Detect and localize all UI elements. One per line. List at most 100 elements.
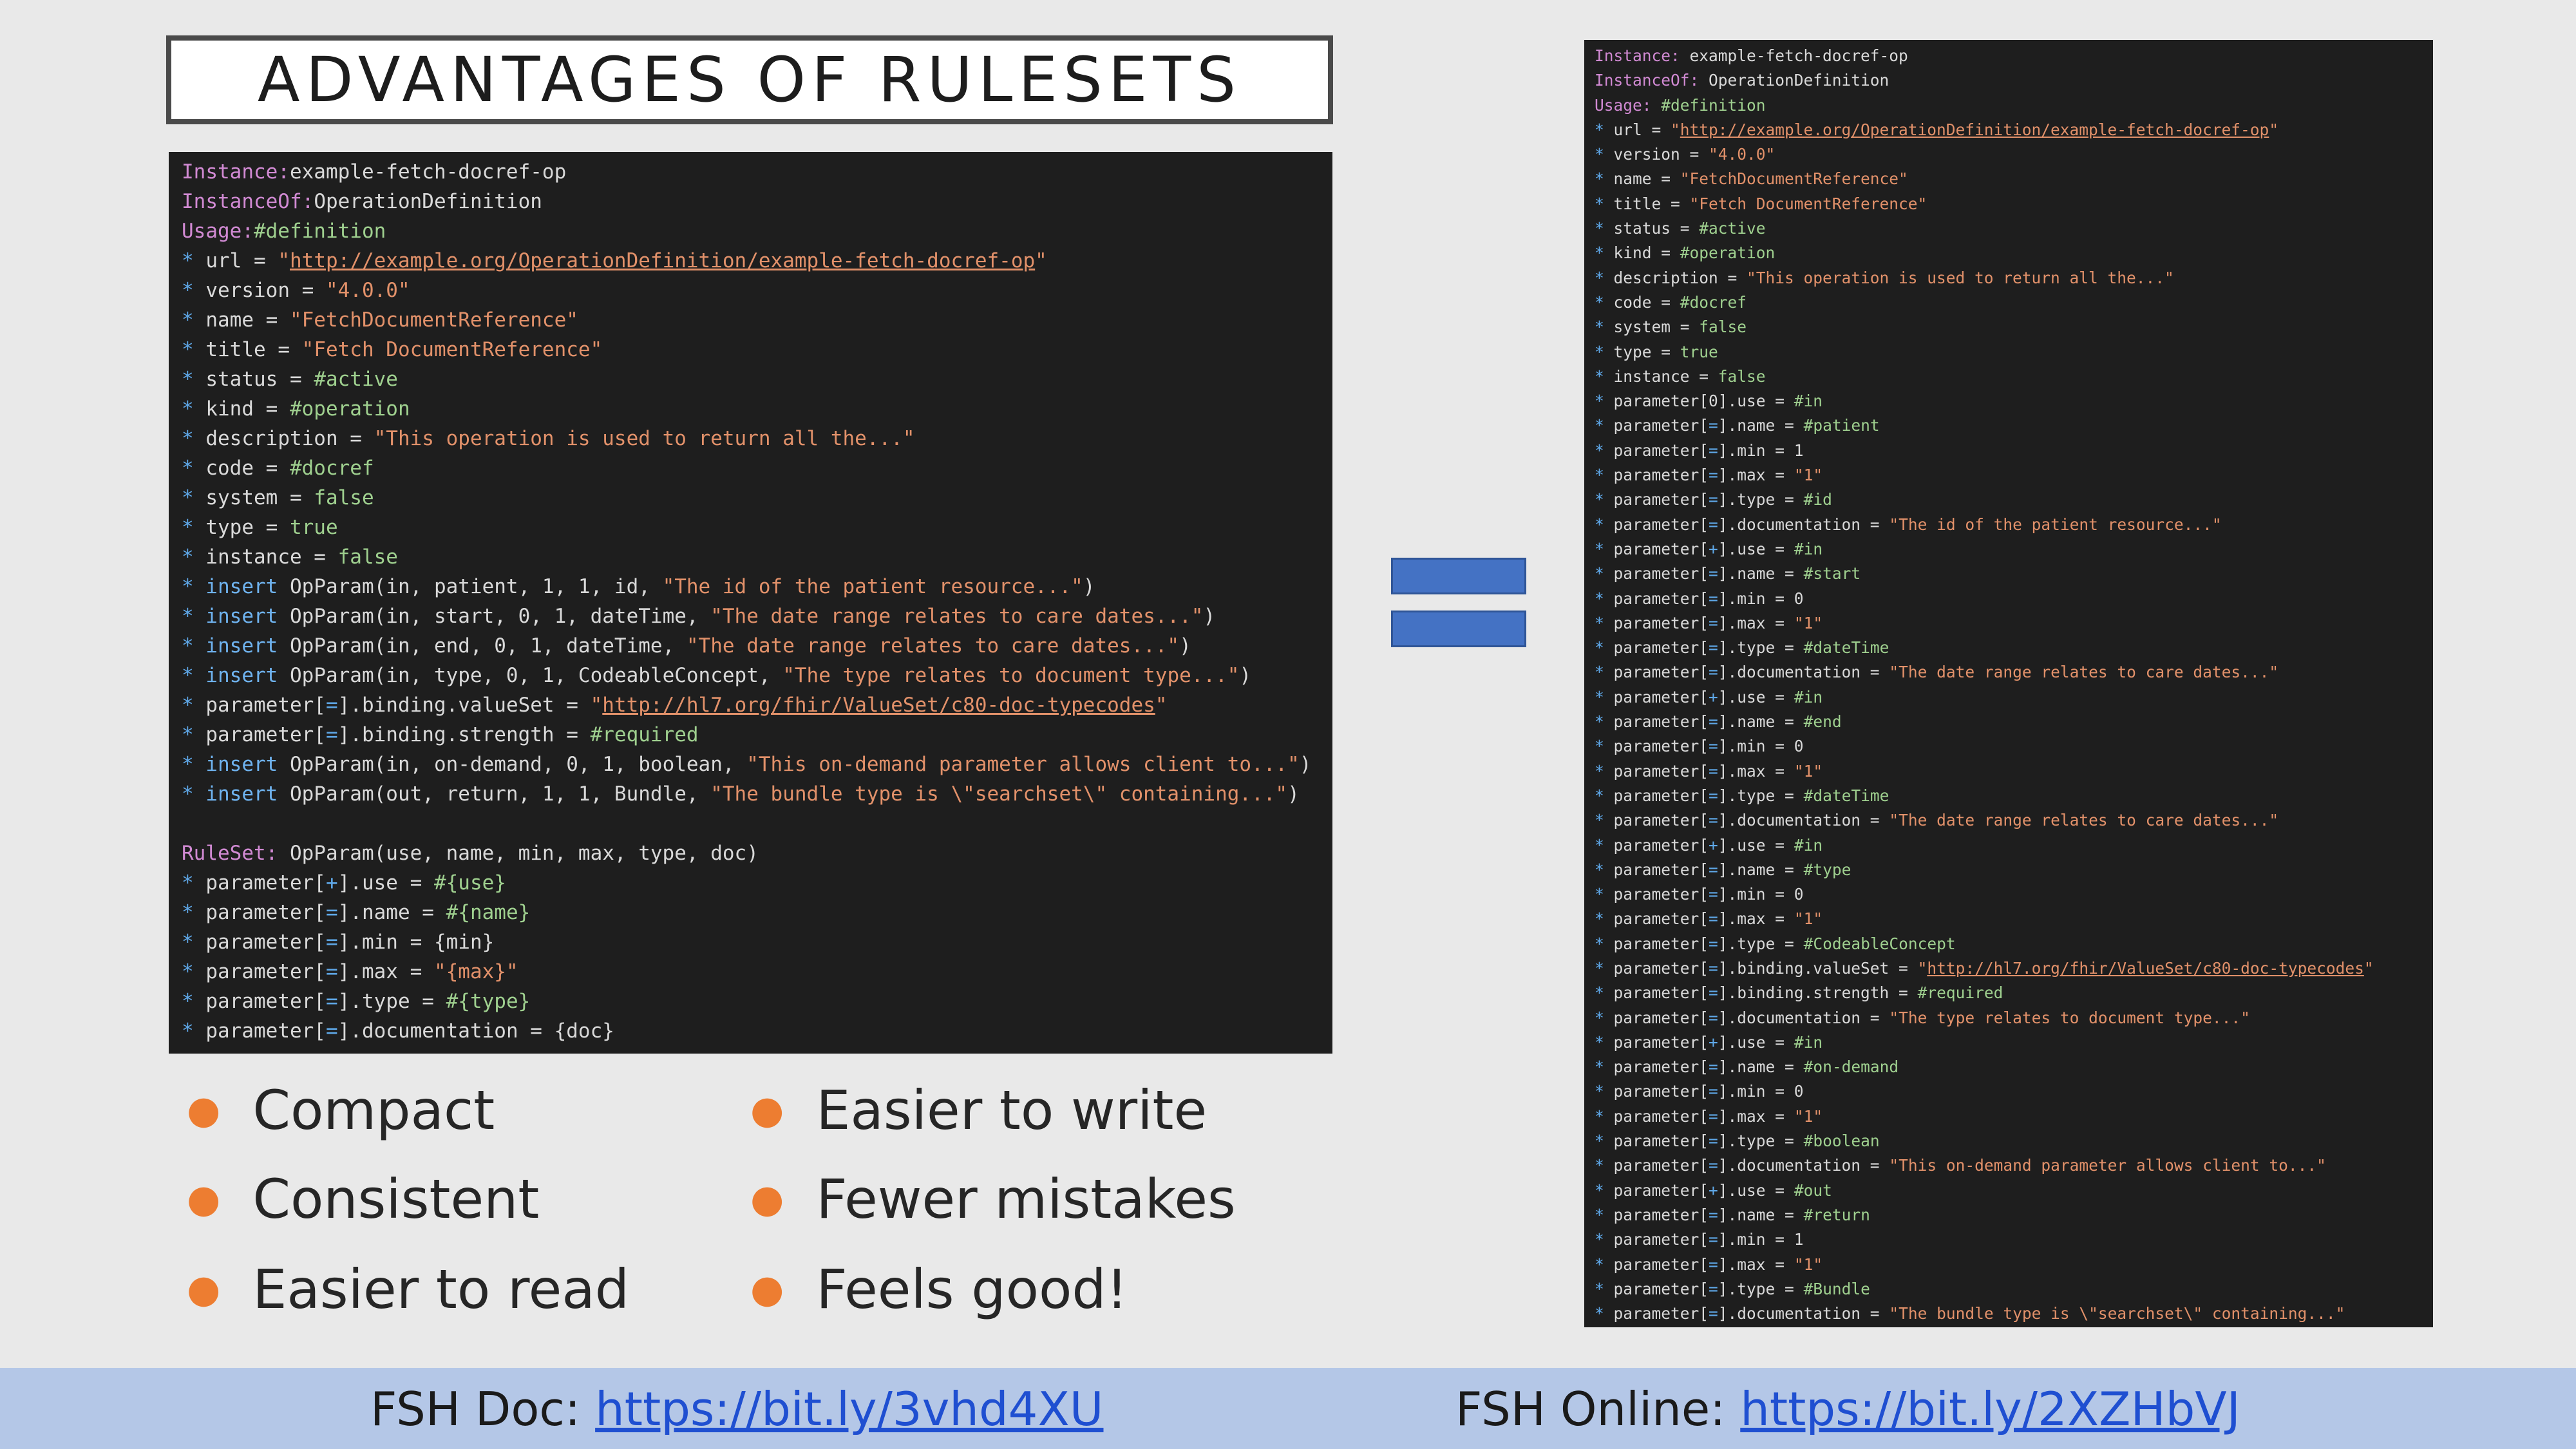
code-line: * title = "Fetch DocumentReference" (182, 338, 603, 361)
code-line: * insert OpParam(in, patient, 1, 1, id, … (182, 575, 1095, 598)
code-line: * parameter[=].max = "1" (1595, 1106, 1823, 1126)
code-line: * kind = #operation (1595, 243, 1776, 263)
code-line: * parameter[=].name = #end (1595, 712, 1842, 732)
code-line: * status = #active (182, 368, 398, 391)
code-line: * status = #active (1595, 219, 1766, 238)
code-line: * parameter[0].use = #in (1595, 392, 1823, 411)
code-line: * parameter[=].type = #boolean (1595, 1132, 1880, 1151)
code-line: * parameter[=].binding.valueSet = "http:… (1595, 958, 2374, 978)
code-line: * parameter[=].max = "1" (1595, 761, 1823, 781)
code-line: Usage: #definition (1595, 95, 1766, 115)
code-line: * kind = #operation (182, 397, 410, 421)
code-line: * parameter[=].type = #CodeableConcept (1595, 934, 1956, 953)
code-line: * parameter[=].max = "1" (1595, 613, 1823, 632)
code-line: * parameter[=].min = {min} (182, 931, 495, 954)
code-line: * type = true (182, 516, 338, 539)
code-line: * parameter[=].name = #on-demand (1595, 1057, 1899, 1077)
bullet-item: ● Fewer mistakes (750, 1168, 1236, 1231)
code-line: * parameter[=].type = #dateTime (1595, 638, 1889, 658)
code-line: * parameter[+].use = #in (1595, 539, 1823, 558)
code-line: * parameter[=].documentation = "The type… (1595, 1008, 2250, 1027)
code-line: * parameter[=].max = "1" (1595, 909, 1823, 929)
code-line: * parameter[=].min = 0 (1595, 589, 1804, 608)
code-line: RuleSet: OpParam(use, name, min, max, ty… (182, 842, 759, 865)
bullet-dot-icon: ● (750, 1088, 784, 1133)
code-line: * parameter[=].documentation = "The date… (1595, 811, 2279, 830)
code-line: * parameter[=].min = 0 (1595, 1082, 1804, 1101)
code-line: * parameter[=].min = 0 (1595, 885, 1804, 904)
code-line: * parameter[+].use = #in (1595, 687, 1823, 706)
code-line: * insert OpParam(out, return, 1, 1, Bund… (182, 782, 1300, 806)
fsh-ruleset-code-block: Instance:example-fetch-docref-op Instance… (169, 152, 1332, 1054)
code-line: * parameter[=].documentation = "The date… (1595, 663, 2279, 682)
code-line: * parameter[=].documentation = "This on-… (1595, 1156, 2326, 1175)
code-line: * code = #docref (1595, 292, 1747, 312)
fsh-online-link[interactable]: https://bit.ly/2XZHbVJ (1740, 1382, 2240, 1436)
code-line: * parameter[+].use = #out (1595, 1180, 1832, 1200)
fsh-online-reference: FSH Online: https://bit.ly/2XZHbVJ (1455, 1382, 2240, 1436)
code-line: * parameter[=].name = #start (1595, 564, 1861, 583)
code-line: * parameter[=].documentation = "The bund… (1595, 1304, 2345, 1323)
code-line: * description = "This operation is used … (182, 427, 915, 450)
code-line: * parameter[=].max = "{max}" (182, 960, 518, 983)
bullet-item: ● Compact (187, 1079, 495, 1142)
code-line: * instance = false (182, 545, 398, 569)
code-line: * parameter[=].name = #patient (1595, 416, 1880, 435)
code-line: * parameter[=].type = #Bundle (1595, 1279, 1870, 1298)
code-line: * parameter[+].use = #{use} (182, 871, 506, 895)
code-line: * version = "4.0.0" (1595, 145, 1776, 164)
code-line: * instance = false (1595, 366, 1766, 386)
code-line: * parameter[=].name = #{name} (182, 901, 531, 924)
fsh-doc-link[interactable]: https://bit.ly/3vhd4XU (595, 1382, 1103, 1436)
code-line: * parameter[=].binding.valueSet = "http:… (182, 694, 1168, 717)
code-line: InstanceOf: OperationDefinition (1595, 71, 1889, 90)
code-line: * description = "This operation is used … (1595, 268, 2174, 287)
code-line: * parameter[=].max = "1" (1595, 466, 1823, 485)
code-line: * name = "FetchDocumentReference" (182, 308, 578, 332)
slide-title: ADVANTAGES OF RULESETS (257, 44, 1242, 116)
code-line: * parameter[=].binding.strength = #requi… (182, 723, 699, 746)
slide-title-box: ADVANTAGES OF RULESETS (166, 35, 1333, 124)
code-line: * parameter[=].max = "1" (1595, 1255, 1823, 1274)
bullet-dot-icon: ● (750, 1177, 784, 1222)
code-line: * parameter[=].binding.strength = #requi… (1595, 983, 2003, 1003)
code-line: Instance:example-fetch-docref-op (182, 160, 567, 184)
code-line: * code = #docref (182, 457, 374, 480)
footer-bar: FSH Doc: https://bit.ly/3vhd4XU FSH Onli… (0, 1368, 2576, 1449)
bullet-item: ● Easier to write (750, 1079, 1208, 1142)
equals-sign-bottom-bar (1391, 611, 1526, 647)
code-line: * title = "Fetch DocumentReference" (1595, 194, 1927, 213)
bullet-dot-icon: ● (187, 1177, 221, 1222)
code-line: Usage:#definition (182, 220, 386, 243)
code-line: * name = "FetchDocumentReference" (1595, 169, 1908, 189)
code-line: InstanceOf:OperationDefinition (182, 190, 542, 213)
code-line: * url = "http://example.org/OperationDef… (182, 249, 1047, 272)
code-line: * parameter[=].name = #type (1595, 860, 1852, 879)
code-line: * parameter[=].type = #{type} (182, 990, 531, 1013)
code-line: * insert OpParam(in, end, 0, 1, dateTime… (182, 634, 1191, 658)
equals-sign-top-bar (1391, 558, 1526, 594)
code-line: Instance: example-fetch-docref-op (1595, 46, 1908, 65)
code-line: * parameter[+].use = #in (1595, 835, 1823, 855)
bullet-dot-icon: ● (187, 1088, 221, 1133)
code-line: * version = "4.0.0" (182, 279, 410, 302)
code-line: * parameter[=].documentation = {doc} (182, 1019, 614, 1043)
code-line: * parameter[+].use = #in (1595, 1032, 1823, 1052)
code-line: * parameter[=].name = #return (1595, 1205, 1870, 1224)
code-line: * insert OpParam(in, start, 0, 1, dateTi… (182, 605, 1216, 628)
bullet-item: ● Easier to read (187, 1258, 630, 1321)
fsh-doc-reference: FSH Doc: https://bit.ly/3vhd4XU (370, 1382, 1104, 1436)
code-line: * url = "http://example.org/OperationDef… (1595, 120, 2279, 139)
code-line: * parameter[=].min = 1 (1595, 1230, 1804, 1249)
bullet-dot-icon: ● (750, 1267, 784, 1312)
bullet-item: ● Feels good! (750, 1258, 1128, 1321)
code-line: * system = false (1595, 317, 1747, 337)
bullet-item: ● Consistent (187, 1168, 540, 1231)
fsh-expanded-code-block: Instance: example-fetch-docref-op Instanc… (1584, 40, 2433, 1327)
code-line: * parameter[=].type = #dateTime (1595, 786, 1889, 805)
code-line: * system = false (182, 486, 374, 509)
code-line: * parameter[=].documentation = "The id o… (1595, 515, 2222, 534)
bullet-dot-icon: ● (187, 1267, 221, 1312)
code-line: * parameter[=].min = 0 (1595, 737, 1804, 756)
